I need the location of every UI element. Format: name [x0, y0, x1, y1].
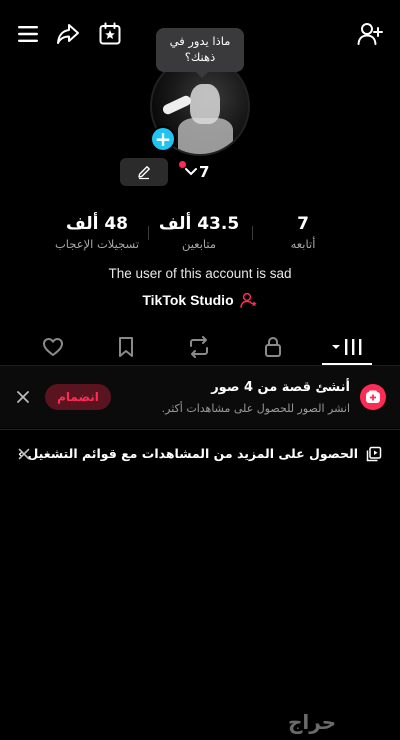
- story-plus-icon: [360, 384, 386, 410]
- story-card-subtitle: انشر الصور للحصول على مشاهدات أكثر.: [161, 402, 350, 415]
- followers-count: 43.5 ألف: [158, 214, 240, 234]
- following-count: 7: [297, 214, 309, 234]
- join-button[interactable]: انضمام: [45, 384, 111, 410]
- calendar-star-icon[interactable]: [96, 20, 124, 48]
- grid-icon: [332, 339, 362, 355]
- handle-suffix: 7: [199, 163, 210, 181]
- tab-reposts[interactable]: [183, 334, 215, 360]
- tab-liked[interactable]: [37, 334, 69, 360]
- tiktok-studio-link[interactable]: TikTok Studio: [0, 292, 400, 308]
- close-icon[interactable]: [16, 446, 32, 462]
- heart-icon: [43, 338, 63, 356]
- followers-label: متابعين: [181, 237, 217, 251]
- share-icon[interactable]: [54, 20, 82, 48]
- user-star-icon: [239, 292, 257, 308]
- tab-saved[interactable]: [110, 334, 142, 360]
- likes-count: 48 ألف: [65, 214, 129, 234]
- repost-icon: [190, 336, 208, 358]
- stat-followers[interactable]: 43.5 ألف متابعين: [144, 214, 254, 251]
- lock-icon: [265, 336, 281, 357]
- status-bubble[interactable]: ماذا يدور في ذهنك؟: [156, 28, 244, 78]
- following-label: أتابعه: [290, 237, 316, 251]
- pencil-icon: [138, 166, 150, 180]
- story-card-title: أنشئ قصة من 4 صور: [211, 380, 350, 395]
- close-icon[interactable]: [14, 388, 32, 406]
- bookmark-icon: [119, 337, 133, 357]
- studio-label: TikTok Studio: [142, 292, 234, 308]
- likes-label: تسجيلات الإعجاب: [54, 237, 140, 251]
- watermark: حراج: [288, 710, 337, 734]
- profile-bio: The user of this account is sad: [108, 266, 292, 281]
- account-switcher[interactable]: 7: [184, 163, 210, 181]
- add-friend-icon[interactable]: [356, 20, 384, 48]
- tab-videos[interactable]: [330, 334, 366, 360]
- chevron-down-icon: [185, 168, 197, 176]
- stat-likes[interactable]: 48 ألف تسجيلات الإعجاب: [42, 214, 152, 251]
- menu-icon[interactable]: [14, 20, 42, 48]
- create-story-card[interactable]: أنشئ قصة من 4 صور انشر الصور للحصول على …: [0, 366, 400, 428]
- playlist-banner-text: الحصول على المزيد من المشاهدات مع قوائم …: [18, 446, 358, 461]
- stat-following[interactable]: 7 أتابعه: [248, 214, 358, 251]
- playlist-banner[interactable]: الحصول على المزيد من المشاهدات مع قوائم …: [0, 440, 400, 468]
- playlist-icon: [366, 446, 382, 462]
- add-story-plus-icon[interactable]: +: [150, 126, 176, 152]
- tab-private[interactable]: [257, 334, 289, 360]
- edit-profile-button[interactable]: [120, 158, 168, 186]
